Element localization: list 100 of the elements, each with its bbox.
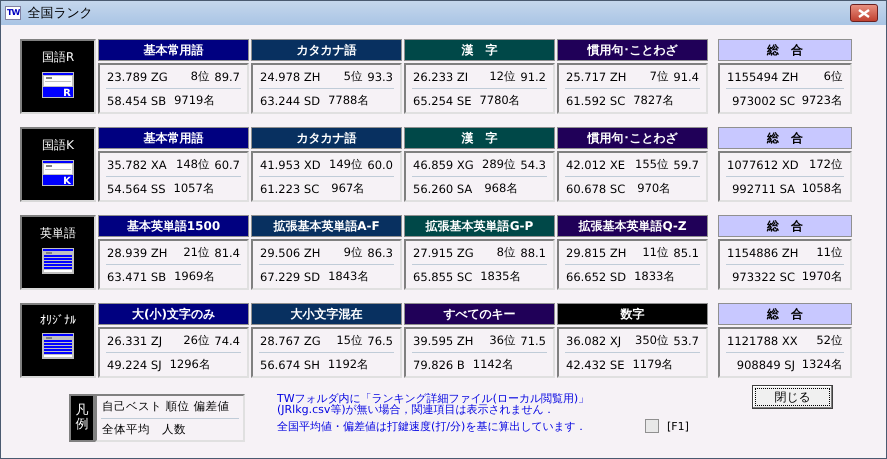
deviation: 86.3 bbox=[367, 246, 393, 260]
best-score: 35.782 XA bbox=[107, 158, 168, 172]
average-score: 61.223 SC bbox=[260, 182, 320, 196]
rank: 26位 bbox=[183, 333, 210, 348]
average-score: 61.592 SC bbox=[566, 94, 626, 108]
window-title: 全国ランク bbox=[27, 5, 94, 22]
rank: 52位 bbox=[816, 333, 843, 348]
player-count: 970名 bbox=[636, 181, 672, 196]
rank: 21位 bbox=[183, 245, 210, 260]
best-score: 46.859 XG bbox=[413, 158, 475, 172]
legend-title: 凡例 bbox=[69, 394, 95, 442]
note-text: 全国平均値・偏差値は打鍵速度(打/分)を基に算出しています． bbox=[277, 421, 588, 432]
total-score: 1155494 ZH bbox=[727, 70, 800, 84]
player-count: 9723名 bbox=[800, 93, 843, 108]
average-score: 79.826 B bbox=[413, 358, 465, 372]
group-label: 国語K bbox=[42, 137, 74, 154]
average-score: 65.254 SE bbox=[413, 94, 472, 108]
deviation: 60.7 bbox=[214, 158, 240, 172]
rank: 15位 bbox=[336, 333, 363, 348]
category-header: 拡張基本英単語A-F bbox=[251, 215, 402, 237]
rank: 172位 bbox=[809, 157, 843, 172]
legend-text: 自己ベスト 順位 偏差値 bbox=[102, 399, 230, 414]
category-header: カタカナ語 bbox=[251, 39, 402, 61]
best-score: 36.082 XJ bbox=[566, 334, 622, 348]
rank: 8位 bbox=[190, 69, 210, 84]
average-total-score: 992711 SA bbox=[731, 182, 795, 196]
rank: 11位 bbox=[642, 245, 669, 260]
category-header: 漢 字 bbox=[404, 127, 555, 149]
category-header: 基本常用語 bbox=[98, 127, 249, 149]
average-score: 58.454 SB bbox=[107, 94, 166, 108]
player-count: 1179名 bbox=[632, 357, 670, 372]
rank: 5位 bbox=[344, 69, 363, 84]
average-score: 56.260 SA bbox=[413, 182, 472, 196]
help-checkbox[interactable] bbox=[645, 419, 659, 433]
close-button[interactable]: 閉じる bbox=[752, 385, 833, 409]
note-text: TWフォルダ内に「ランキング詳細ファイル(ローカル閲覧用)」(JRlkg.csv等)が無い場合，関連項目は表示されません． bbox=[277, 393, 590, 415]
average-score: 66.652 SD bbox=[566, 270, 626, 284]
close-icon[interactable] bbox=[850, 4, 878, 22]
average-score: 42.432 SE bbox=[566, 358, 624, 372]
group-label: 国語R bbox=[42, 49, 74, 66]
group-label: 英単語 bbox=[40, 225, 76, 242]
total-header: 総 合 bbox=[718, 127, 852, 149]
average-score: 56.674 SH bbox=[260, 358, 320, 372]
player-count: 7827名 bbox=[633, 93, 672, 108]
total-score: 1121788 XX bbox=[727, 334, 799, 348]
average-score: 54.564 SS bbox=[107, 182, 166, 196]
help-key-label: [F1] bbox=[667, 420, 689, 432]
list-window-icon bbox=[42, 248, 74, 274]
app-badge: TW bbox=[5, 6, 22, 20]
deviation: 54.3 bbox=[520, 158, 546, 172]
player-count: 1058名 bbox=[800, 181, 843, 196]
rank: 11位 bbox=[816, 245, 843, 260]
category-header: 数字 bbox=[557, 303, 708, 325]
window-icon: R bbox=[42, 72, 74, 98]
rank: 6位 bbox=[824, 69, 843, 84]
average-score: 63.471 SB bbox=[107, 270, 166, 284]
deviation: 71.5 bbox=[520, 334, 546, 348]
best-score: 23.789 ZG bbox=[107, 70, 169, 84]
rank: 36位 bbox=[489, 333, 516, 348]
category-header: 慣用句･ことわざ bbox=[557, 39, 708, 61]
rank: 350位 bbox=[635, 333, 669, 348]
category-header: 拡張基本英単語Q-Z bbox=[557, 215, 708, 237]
player-count: 1192名 bbox=[328, 357, 366, 372]
deviation: 88.1 bbox=[520, 246, 546, 260]
total-score: 1077612 XD bbox=[727, 158, 800, 172]
total-header: 総 合 bbox=[718, 215, 852, 237]
best-score: 39.595 ZH bbox=[413, 334, 474, 348]
rank: 155位 bbox=[635, 157, 669, 172]
list-window-icon bbox=[42, 333, 74, 359]
deviation: 91.2 bbox=[520, 70, 546, 84]
rank: 9位 bbox=[344, 245, 363, 260]
player-count: 1835名 bbox=[480, 269, 518, 284]
average-total-score: 973322 SC bbox=[731, 270, 795, 284]
category-header: 基本常用語 bbox=[98, 39, 249, 61]
player-count: 1324名 bbox=[800, 357, 843, 372]
total-header: 総 合 bbox=[718, 39, 852, 61]
best-score: 27.915 ZG bbox=[413, 246, 475, 260]
total-header: 総 合 bbox=[718, 303, 852, 325]
best-score: 28.767 ZG bbox=[260, 334, 322, 348]
player-count: 9719名 bbox=[174, 93, 212, 108]
legend-text: 全体平均 人数 bbox=[102, 422, 186, 437]
rank: 148位 bbox=[176, 157, 210, 172]
category-header: カタカナ語 bbox=[251, 127, 402, 149]
best-score: 29.815 ZH bbox=[566, 246, 628, 260]
average-score: 49.224 SJ bbox=[107, 358, 162, 372]
category-header: 大(小)文字のみ bbox=[98, 303, 249, 325]
category-header: 慣用句･ことわざ bbox=[557, 127, 708, 149]
best-score: 42.012 XE bbox=[566, 158, 626, 172]
player-count: 1970名 bbox=[800, 269, 843, 284]
best-score: 26.331 ZJ bbox=[107, 334, 164, 348]
best-score: 29.506 ZH bbox=[260, 246, 322, 260]
deviation: 81.4 bbox=[214, 246, 240, 260]
category-header: 拡張基本英単語G-P bbox=[404, 215, 555, 237]
deviation: 89.7 bbox=[214, 70, 240, 84]
category-header: すべてのキー bbox=[404, 303, 555, 325]
deviation: 85.1 bbox=[673, 246, 699, 260]
average-total-score: 908849 SJ bbox=[736, 358, 795, 372]
deviation: 93.3 bbox=[367, 70, 393, 84]
player-count: 1057名 bbox=[174, 181, 212, 196]
player-count: 1843名 bbox=[328, 269, 366, 284]
